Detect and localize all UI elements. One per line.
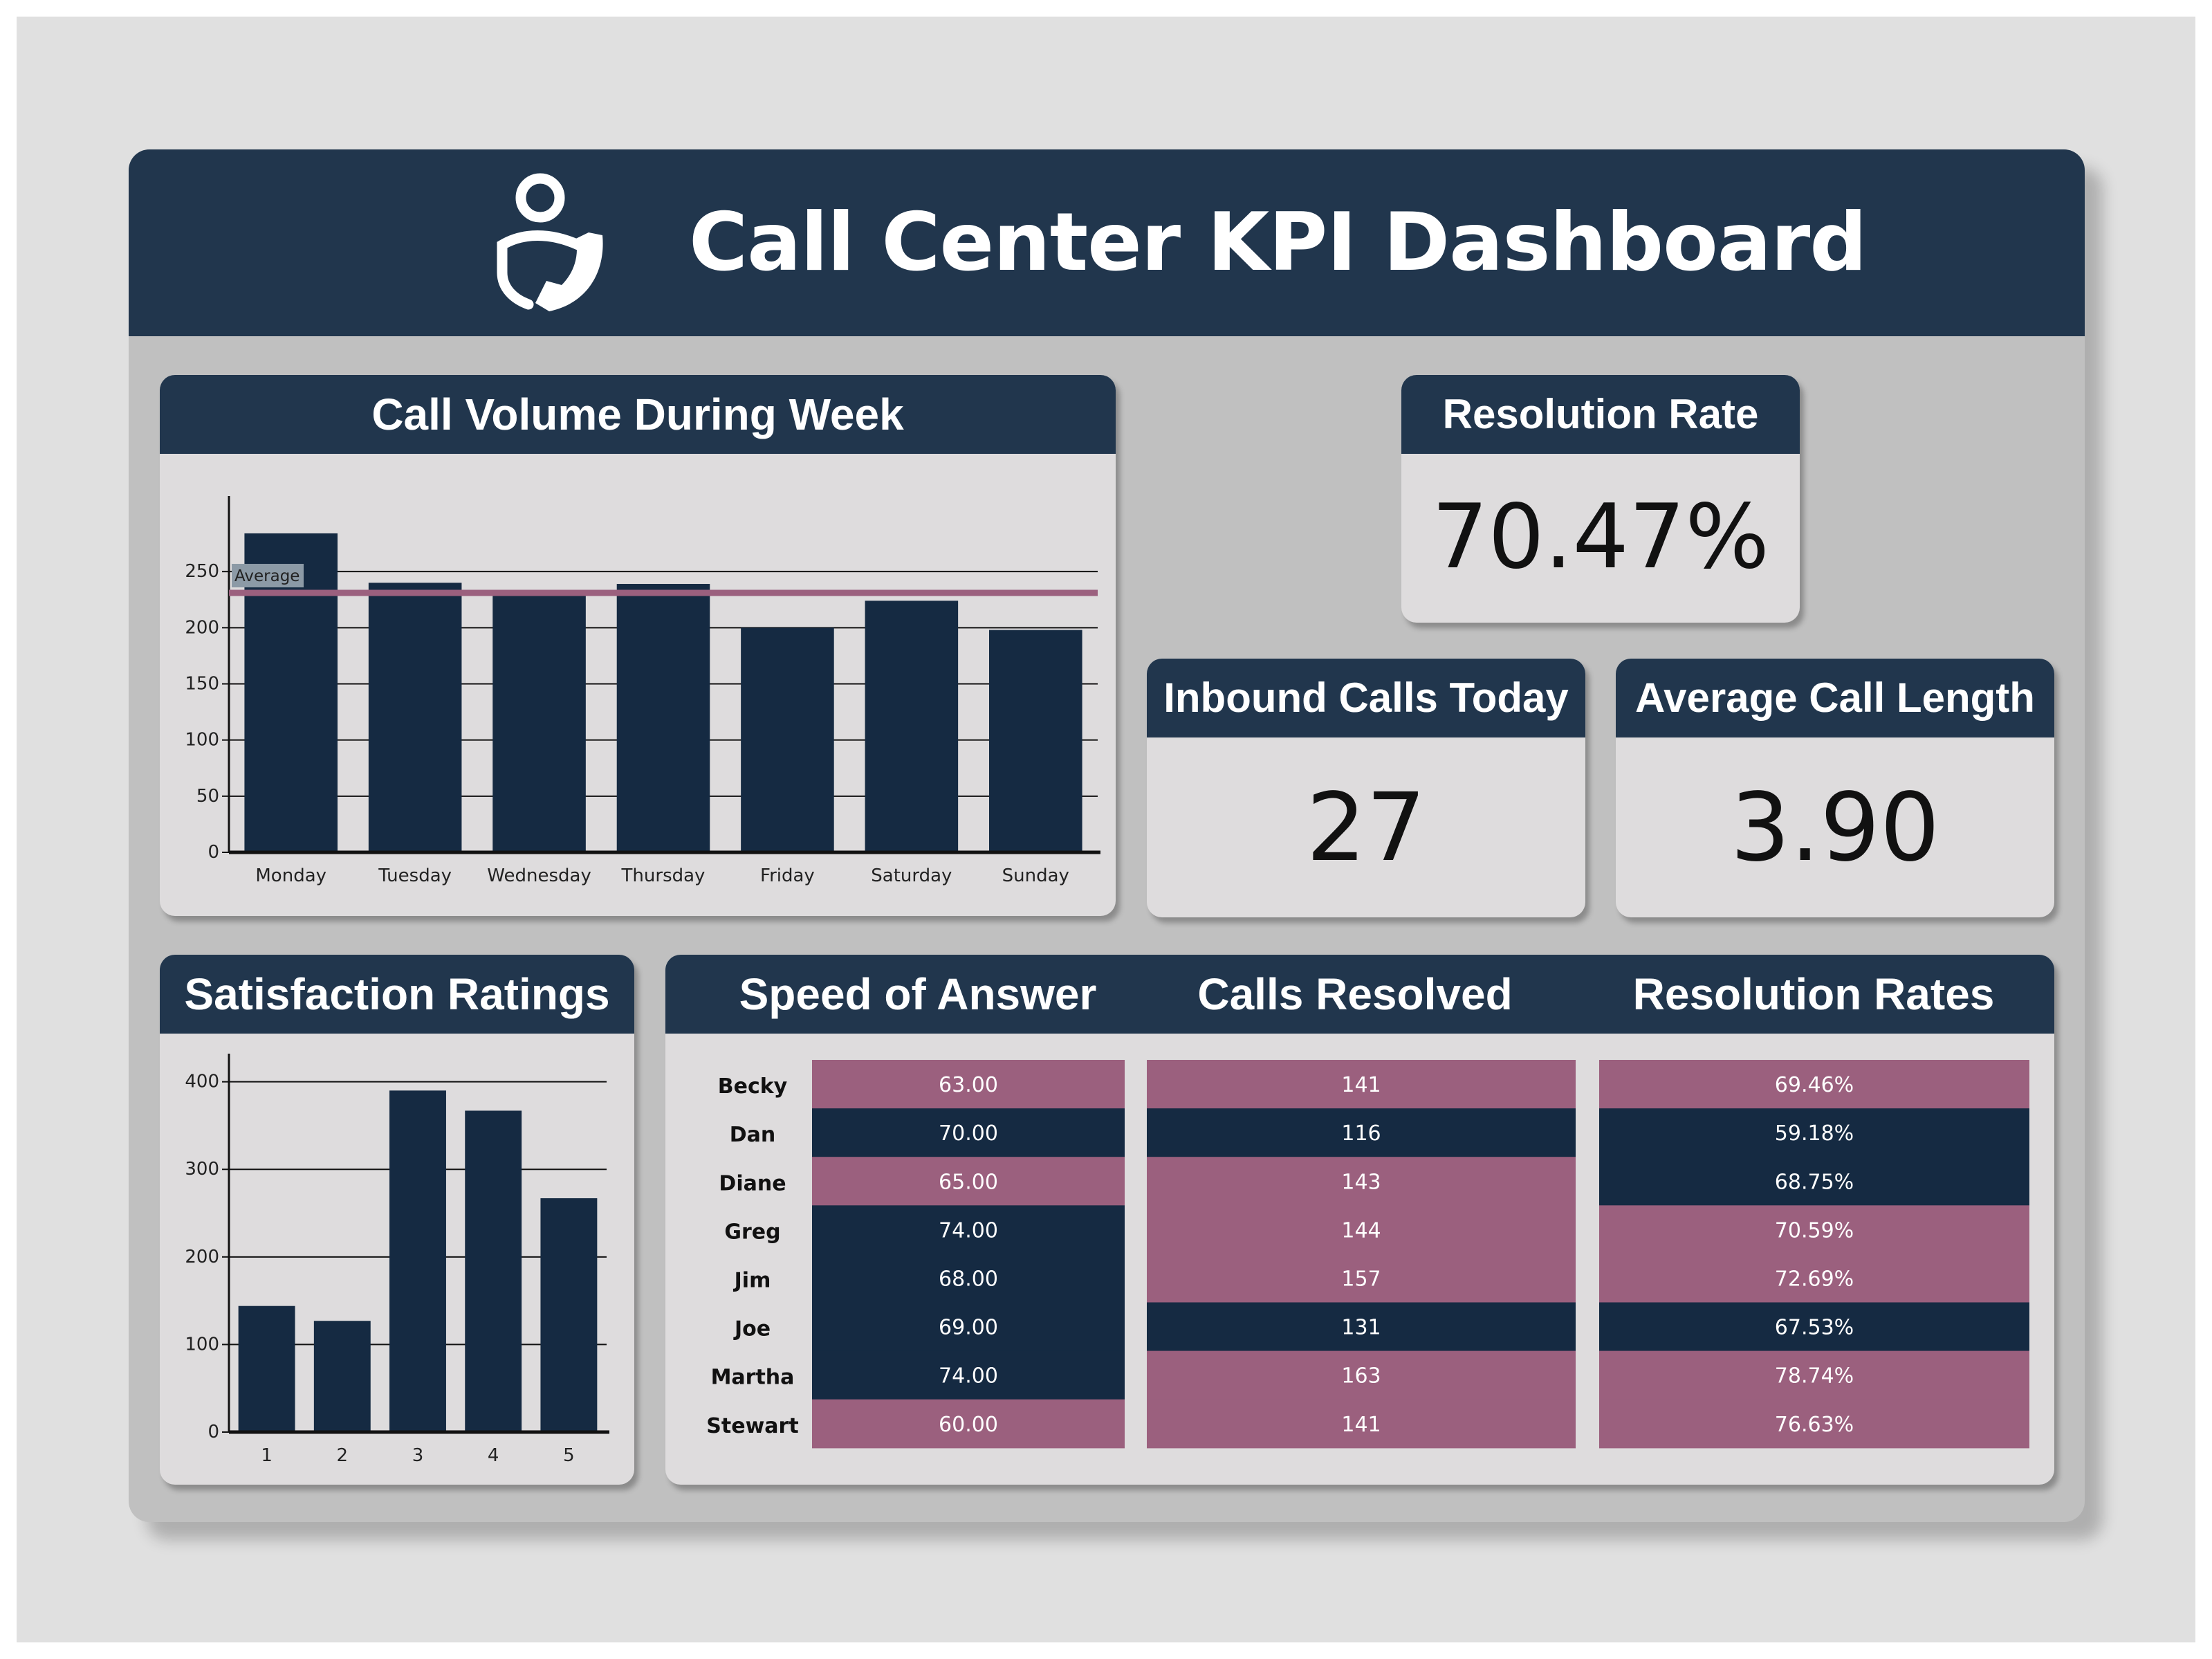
resolved-cell: 131 — [1341, 1316, 1381, 1340]
dashboard-title: Call Center KPI Dashboard — [689, 196, 1867, 289]
call-volume-x-label: Tuesday — [378, 865, 452, 886]
resolution-rate-title: Resolution Rate — [1401, 375, 1800, 454]
resolved-cell: 143 — [1341, 1170, 1381, 1194]
inbound-calls-card: Inbound Calls Today 27 — [1147, 659, 1585, 917]
resolved-cell: 141 — [1341, 1413, 1381, 1437]
agent-name: Jim — [733, 1268, 771, 1292]
satisfaction-title: Satisfaction Ratings — [160, 955, 634, 1034]
call-volume-x-label: Monday — [255, 865, 326, 886]
resolution-rate-card: Resolution Rate 70.47% — [1401, 375, 1800, 623]
call-volume-bar — [865, 601, 959, 852]
satisfaction-x-label: 4 — [488, 1445, 499, 1466]
call-volume-card: Call Volume During Week 0 50 100 150 200 250 M… — [160, 375, 1116, 916]
dashboard-banner: Call Center KPI Dashboard — [129, 149, 2085, 336]
speed-cell: 65.00 — [939, 1170, 998, 1194]
inbound-calls-title: Inbound Calls Today — [1147, 659, 1585, 737]
rate-cell: 78.74% — [1775, 1364, 1854, 1388]
rate-cell: 76.63% — [1775, 1413, 1854, 1437]
call-volume-bar — [368, 583, 462, 852]
speed-of-answer-header: Speed of Answer — [739, 969, 1097, 1019]
satisfaction-y-tick-label: 0 — [208, 1422, 219, 1442]
speed-cell: 74.00 — [939, 1218, 998, 1243]
satisfaction-y-tick-label: 300 — [185, 1159, 219, 1180]
person-phone-icon — [497, 173, 603, 311]
call-volume-y-tick-label: 150 — [185, 674, 219, 695]
call-volume-average-label: Average — [234, 567, 299, 585]
call-volume-y-tick-label: 100 — [185, 730, 219, 751]
resolved-cell: 157 — [1341, 1267, 1381, 1291]
speed-cell: 68.00 — [939, 1267, 998, 1291]
rate-cell: 70.59% — [1775, 1218, 1854, 1243]
satisfaction-x-label: 3 — [412, 1445, 424, 1466]
agent-name: Martha — [711, 1366, 795, 1390]
call-volume-title: Call Volume During Week — [160, 375, 1116, 454]
speed-cell: 74.00 — [939, 1364, 998, 1388]
agent-name: Stewart — [706, 1414, 798, 1438]
agent-table: Becky 63.00 141 69.46% Dan 70.00 116 59.18% Dian… — [706, 1060, 2029, 1449]
satisfaction-bar — [465, 1110, 522, 1432]
call-volume-y-tick-label: 250 — [185, 561, 219, 582]
satisfaction-x-label: 5 — [563, 1445, 575, 1466]
satisfaction-y-tick-label: 100 — [185, 1334, 219, 1355]
call-volume-x-label: Sunday — [1002, 865, 1069, 886]
call-volume-y-tick-label: 200 — [185, 617, 219, 638]
call-volume-x-label: Friday — [760, 865, 815, 886]
rate-cell: 59.18% — [1775, 1121, 1854, 1146]
call-volume-bar — [616, 584, 710, 852]
agent-name: Becky — [718, 1074, 788, 1099]
satisfaction-bar — [313, 1321, 371, 1432]
resolved-cell: 144 — [1341, 1218, 1381, 1243]
rate-cell: 72.69% — [1775, 1267, 1854, 1291]
satisfaction-bar — [238, 1305, 295, 1432]
satisfaction-bar — [389, 1090, 446, 1432]
agent-name: Greg — [724, 1220, 780, 1244]
satisfaction-y-tick-label: 200 — [185, 1247, 219, 1267]
satisfaction-bar — [540, 1198, 598, 1432]
resolution-rates-header: Resolution Rates — [1632, 969, 1995, 1019]
avg-call-length-value: 3.90 — [1730, 773, 1940, 883]
call-volume-y-tick-label: 0 — [208, 842, 219, 863]
speed-cell: 63.00 — [939, 1073, 998, 1097]
satisfaction-x-label: 1 — [261, 1445, 273, 1466]
rate-cell: 67.53% — [1775, 1316, 1854, 1340]
agent-name: Diane — [719, 1171, 786, 1195]
resolved-cell: 163 — [1341, 1364, 1381, 1388]
resolved-cell: 141 — [1341, 1073, 1381, 1097]
avg-call-length-card: Average Call Length 3.90 — [1616, 659, 2054, 917]
agent-name: Joe — [733, 1317, 771, 1341]
call-volume-bar — [492, 595, 586, 852]
satisfaction-x-label: 2 — [337, 1445, 349, 1466]
call-volume-x-label: Wednesday — [487, 865, 591, 886]
agent-name: Dan — [730, 1123, 776, 1147]
satisfaction-card: Satisfaction Ratings 0 100 200 300 400 1 2 3 4 5 — [160, 955, 634, 1485]
rate-cell: 69.46% — [1775, 1073, 1854, 1097]
speed-cell: 60.00 — [939, 1413, 998, 1437]
rate-cell: 68.75% — [1775, 1170, 1854, 1194]
inbound-calls-value: 27 — [1306, 773, 1426, 883]
agent-table-card: Speed of Answer Calls Resolved Resolutio… — [665, 955, 2054, 1485]
call-volume-bar — [989, 630, 1082, 852]
satisfaction-chart: 0 100 200 300 400 1 2 3 4 5 — [185, 1054, 609, 1466]
call-volume-bar — [741, 627, 834, 852]
calls-resolved-header: Calls Resolved — [1197, 969, 1513, 1019]
call-volume-chart: 0 50 100 150 200 250 Monday Tuesday Wednesday Thu… — [185, 496, 1100, 886]
call-volume-x-label: Thursday — [621, 865, 706, 886]
resolution-rate-value: 70.47% — [1431, 486, 1770, 589]
call-volume-x-label: Saturday — [871, 865, 952, 886]
avg-call-length-title: Average Call Length — [1616, 659, 2054, 737]
call-volume-y-tick-label: 50 — [196, 786, 219, 807]
speed-cell: 70.00 — [939, 1121, 998, 1146]
dashboard-panel: Call Center KPI Dashboard Call Volume Du… — [129, 149, 2085, 1522]
satisfaction-y-tick-label: 400 — [185, 1072, 219, 1092]
speed-cell: 69.00 — [939, 1316, 998, 1340]
resolved-cell: 116 — [1341, 1121, 1381, 1146]
agent-table-header: Speed of Answer Calls Resolved Resolutio… — [665, 955, 2054, 1034]
